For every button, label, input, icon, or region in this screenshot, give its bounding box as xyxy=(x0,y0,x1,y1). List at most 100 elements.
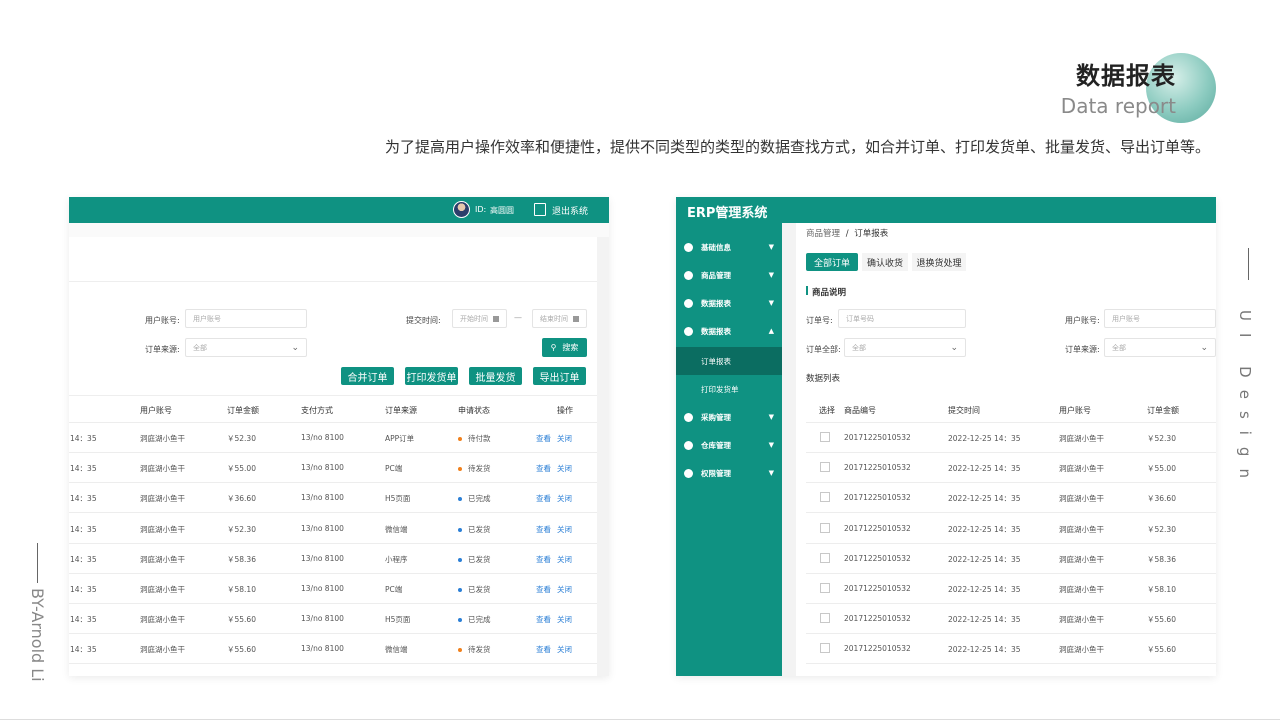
end-time-input[interactable]: 结束时间 xyxy=(532,309,587,328)
avatar[interactable] xyxy=(453,201,470,218)
table-cell: 20171225010532 xyxy=(844,644,911,654)
status-text: 待发货 xyxy=(468,645,491,655)
account-input[interactable]: 用户账号 xyxy=(185,309,307,328)
print-shipping-button[interactable]: 打印发货单 xyxy=(405,367,458,385)
app-title: ERP管理系统 xyxy=(687,206,768,221)
sidebar-item-permission[interactable]: 权限管理 ▼ xyxy=(676,459,782,487)
search-button[interactable]: ⚲ 搜索 xyxy=(542,338,587,357)
table-cell: ￥58.10 xyxy=(1147,585,1176,594)
view-link[interactable]: 查看 xyxy=(536,584,551,595)
sidebar-item-warehouse[interactable]: 仓库管理 ▼ xyxy=(676,431,782,459)
row-checkbox[interactable] xyxy=(820,643,830,654)
status-dot xyxy=(458,618,462,623)
tab-all-orders[interactable]: 全部订单 xyxy=(806,253,858,271)
table-cell: ￥52.30 xyxy=(1147,434,1176,443)
column-header: 订单金额 xyxy=(1147,406,1179,415)
table-cell: ￥52.30 xyxy=(227,524,256,534)
breadcrumb-parent[interactable]: 商品管理 xyxy=(806,229,840,239)
table-cell: 洞庭湖小鱼干 xyxy=(140,554,185,564)
table-row: 14：35 洞庭湖小鱼干 ￥52.30 13/no 8100 APP订单 待付款 查看 关闭 xyxy=(69,423,597,453)
scrollbar[interactable] xyxy=(597,237,609,676)
status-text: 已完成 xyxy=(468,615,491,625)
table-row: 20171225010532 2022-12-25 14：35 洞庭湖小鱼干 ￥58.… xyxy=(806,544,1216,574)
view-link[interactable]: 查看 xyxy=(536,493,551,504)
logout-button[interactable]: 退出系统 xyxy=(552,204,588,217)
account-label: 用户账号: xyxy=(1065,316,1100,325)
table-cell: ￥52.30 xyxy=(1147,524,1176,534)
status-badge: 待发货 xyxy=(458,644,491,655)
sidebar-item-report-open[interactable]: 数据报表 ▲ xyxy=(676,317,782,345)
row-checkbox[interactable] xyxy=(820,492,830,503)
table-cell: 13/no 8100 xyxy=(301,433,344,442)
view-link[interactable]: 查看 xyxy=(536,433,551,444)
column-header: 用户账号 xyxy=(1059,406,1091,415)
close-link[interactable]: 关闭 xyxy=(557,524,572,535)
end-time-placeholder: 结束时间 xyxy=(540,314,568,323)
sidebar-item-purchase[interactable]: 采购管理 ▼ xyxy=(676,403,782,431)
close-link[interactable]: 关闭 xyxy=(557,493,572,504)
view-link[interactable]: 查看 xyxy=(536,463,551,474)
table-cell: 洞庭湖小鱼干 xyxy=(1059,645,1104,655)
sidebar-subitem-print[interactable]: 打印发货单 xyxy=(676,375,782,403)
page-subtitle: Data report xyxy=(1060,94,1176,118)
close-link[interactable]: 关闭 xyxy=(557,584,572,595)
sidebar-item-label: 基础信息 xyxy=(701,242,731,252)
page: 数据报表 Data report 为了提高用户操作效率和便捷性，提供不同类型的类… xyxy=(0,0,1280,725)
table-cell: ￥55.60 xyxy=(227,645,256,655)
order-no-input[interactable]: 订单号码 xyxy=(838,309,966,328)
view-link[interactable]: 查看 xyxy=(536,644,551,655)
table-cell: 14：35 xyxy=(70,554,97,564)
sidebar-item-label: 数据报表 xyxy=(701,298,731,308)
view-link[interactable]: 查看 xyxy=(536,554,551,565)
table-cell: 洞庭湖小鱼干 xyxy=(140,494,185,504)
sidebar-item-basic-info[interactable]: 基础信息 ▼ xyxy=(676,233,782,261)
header-strip xyxy=(69,223,609,237)
column-header: 商品编号 xyxy=(844,406,876,415)
row-checkbox[interactable] xyxy=(820,613,830,624)
row-checkbox[interactable] xyxy=(820,583,830,593)
table-cell: ￥58.10 xyxy=(227,585,256,594)
status-dot xyxy=(458,497,462,502)
chevron-down-icon: ⌄ xyxy=(1200,342,1208,353)
row-checkbox[interactable] xyxy=(820,522,830,533)
order-all-select[interactable]: 全部 ⌄ xyxy=(844,338,966,357)
status-text: 已完成 xyxy=(468,494,491,504)
table-cell: 13/no 8100 xyxy=(301,614,344,624)
merge-orders-button[interactable]: 合并订单 xyxy=(341,367,394,385)
source-select[interactable]: 全部 ⌄ xyxy=(1104,338,1216,357)
sidebar-item-report[interactable]: 数据报表 ▼ xyxy=(676,289,782,317)
close-link[interactable]: 关闭 xyxy=(557,644,572,655)
row-checkbox[interactable] xyxy=(820,552,830,563)
row-checkbox[interactable] xyxy=(820,432,830,442)
account-input[interactable]: 用户账号 xyxy=(1104,309,1216,328)
breadcrumb-current: 订单报表 xyxy=(854,229,889,239)
close-link[interactable]: 关闭 xyxy=(557,463,572,474)
sidebar-subitem-order-report[interactable]: 订单报表 xyxy=(676,347,782,375)
close-link[interactable]: 关闭 xyxy=(557,614,572,625)
tab-returns[interactable]: 退换货处理 xyxy=(912,253,966,271)
table-cell: 2022-12-25 14：35 xyxy=(948,554,1021,564)
status-badge: 已完成 xyxy=(458,493,491,504)
table-row: 20171225010532 2022-12-25 14：35 洞庭湖小鱼干 ￥52.… xyxy=(806,423,1216,453)
table-cell: 20171225010532 xyxy=(844,463,911,473)
close-link[interactable]: 关闭 xyxy=(557,554,572,565)
table-cell: 14：35 xyxy=(70,464,97,474)
table-cell: 2022-12-25 14：35 xyxy=(948,645,1021,655)
table-cell: 13/no 8100 xyxy=(301,553,344,563)
start-time-input[interactable]: 开始时间 xyxy=(452,309,507,328)
view-link[interactable]: 查看 xyxy=(536,524,551,535)
view-link[interactable]: 查看 xyxy=(536,614,551,625)
row-checkbox[interactable] xyxy=(820,462,830,473)
batch-ship-button[interactable]: 批量发货 xyxy=(469,367,522,385)
table-row: 20171225010532 2022-12-25 14：35 洞庭湖小鱼干 ￥52.… xyxy=(806,514,1216,544)
export-orders-button[interactable]: 导出订单 xyxy=(533,367,586,385)
user-id-label: ID: xyxy=(475,205,487,214)
logout-icon[interactable] xyxy=(534,203,546,216)
close-link[interactable]: 关闭 xyxy=(557,433,572,444)
tab-confirm-receipt[interactable]: 确认收货 xyxy=(862,253,908,271)
table-cell: ￥36.60 xyxy=(1147,494,1176,504)
table-cell: 13/no 8100 xyxy=(301,463,344,473)
order-list-panel: ID: 高圆圆 退出系统 用户账号: 用户账号 提交时间: 开始时间 — 结束时… xyxy=(69,197,609,676)
source-select[interactable]: 全部 ⌄ xyxy=(185,338,307,357)
sidebar-item-goods[interactable]: 商品管理 ▼ xyxy=(676,261,782,289)
